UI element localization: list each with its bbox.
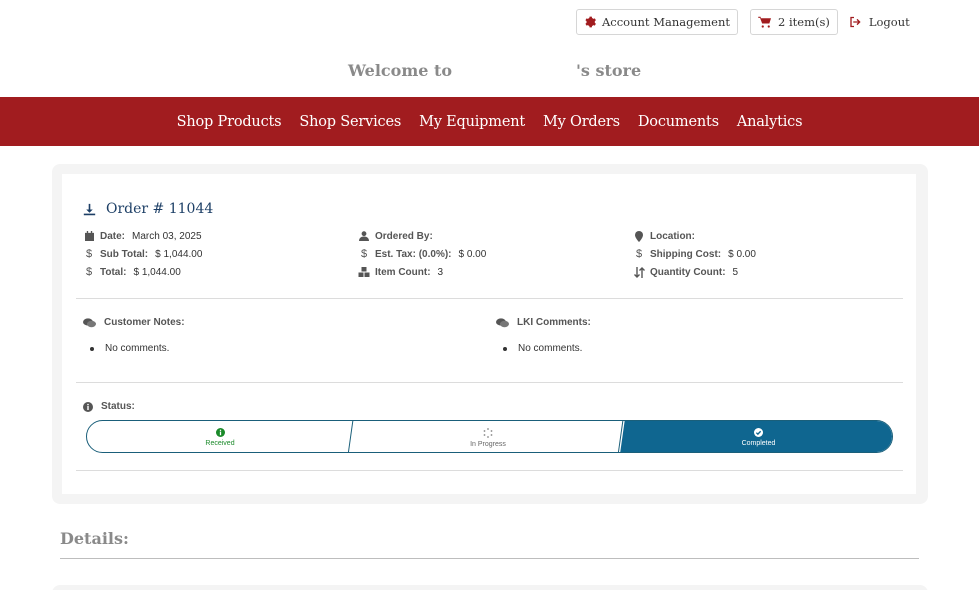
customer-notes-label: Customer Notes: xyxy=(104,317,185,328)
top-bar: Account Management 2 item(s) Logout xyxy=(576,9,910,35)
comments-icon xyxy=(83,317,96,328)
lki-comment-text: No comments. xyxy=(518,343,583,354)
tax-label: Est. Tax: (0.0%): xyxy=(375,248,452,260)
list-item: No comments. xyxy=(90,343,169,354)
order-shipping: $ Shipping Cost: $ 0.00 xyxy=(633,247,756,261)
order-quantity: Quantity Count: 5 xyxy=(633,265,738,279)
logout-icon xyxy=(850,16,861,28)
nav-shop-services[interactable]: Shop Services xyxy=(299,114,401,130)
user-icon xyxy=(358,230,370,242)
item-count-value: 3 xyxy=(437,266,444,278)
customer-note-text: No comments. xyxy=(105,343,170,354)
order-number: Order # 11044 xyxy=(106,201,214,217)
sort-icon xyxy=(633,266,645,278)
divider xyxy=(76,298,903,299)
order-title: Order # 11044 xyxy=(83,201,213,217)
subtotal-label: Sub Total: xyxy=(100,248,149,260)
order-date: Date: March 03, 2025 xyxy=(83,229,202,243)
cart-icon xyxy=(758,16,771,28)
step-in-progress: In Progress xyxy=(353,421,623,452)
shipping-value: $ 0.00 xyxy=(728,248,756,260)
check-circle-icon xyxy=(754,428,763,437)
subtotal-value: $ 1,044.00 xyxy=(155,248,203,260)
shipping-label: Shipping Cost: xyxy=(650,248,722,260)
step-completed: Completed xyxy=(623,421,892,452)
nav-my-equipment[interactable]: My Equipment xyxy=(419,114,525,130)
order-subtotal: $ Sub Total: $ 1,044.00 xyxy=(83,247,202,261)
date-value: March 03, 2025 xyxy=(132,230,202,242)
dollar-icon: $ xyxy=(85,248,93,260)
details-heading: Details: xyxy=(60,529,129,548)
logout-link[interactable]: Logout xyxy=(849,15,910,29)
account-management-label: Account Management xyxy=(602,15,730,29)
list-item: No comments. xyxy=(503,343,582,354)
nav-my-orders[interactable]: My Orders xyxy=(543,114,620,130)
status-progress: Received In Progress Completed xyxy=(86,420,893,453)
dollar-icon: $ xyxy=(635,248,643,260)
step-label: In Progress xyxy=(470,440,506,448)
cart-button[interactable]: 2 item(s) xyxy=(750,9,838,35)
total-label: Total: xyxy=(100,266,127,278)
welcome-suffix: 's store xyxy=(576,61,642,80)
welcome-heading: Welcome to 's store xyxy=(0,61,979,81)
main-nav: Shop Products Shop Services My Equipment… xyxy=(0,97,979,146)
total-value: $ 1,044.00 xyxy=(133,266,181,278)
step-received: Received xyxy=(87,421,353,452)
divider xyxy=(76,470,903,471)
order-tax: $ Est. Tax: (0.0%): $ 0.00 xyxy=(358,247,486,261)
gear-icon xyxy=(585,16,596,28)
quantity-value: 5 xyxy=(732,266,739,278)
map-marker-icon xyxy=(633,230,645,242)
details-divider xyxy=(60,558,919,559)
step-label: Received xyxy=(205,440,235,447)
item-count-label: Item Count: xyxy=(375,266,431,278)
ordered-by-label: Ordered By: xyxy=(375,230,433,242)
lki-comments-heading: LKI Comments: xyxy=(496,317,591,328)
customer-notes-heading: Customer Notes: xyxy=(83,317,185,328)
download-icon[interactable] xyxy=(83,203,96,216)
step-label: Completed xyxy=(741,440,776,447)
lki-comments-label: LKI Comments: xyxy=(517,317,591,328)
order-location: Location: xyxy=(633,229,702,243)
check-circle-icon xyxy=(215,428,225,437)
order-card: Order # 11044 Date: March 03, 2025 $ Sub… xyxy=(62,174,916,494)
cart-count-label: 2 item(s) xyxy=(778,15,830,29)
calendar-icon xyxy=(83,230,95,242)
order-item-count: Item Count: 3 xyxy=(358,265,443,279)
nav-shop-products[interactable]: Shop Products xyxy=(177,114,282,130)
details-card xyxy=(52,585,928,590)
dollar-icon: $ xyxy=(360,248,368,260)
location-label: Location: xyxy=(650,230,695,242)
order-total: $ Total: $ 1,044.00 xyxy=(83,265,181,279)
nav-documents[interactable]: Documents xyxy=(638,114,719,130)
nav-analytics[interactable]: Analytics xyxy=(737,114,803,130)
info-icon xyxy=(83,401,93,412)
cubes-icon xyxy=(358,266,370,278)
quantity-label: Quantity Count: xyxy=(650,266,726,278)
date-label: Date: xyxy=(100,230,126,242)
divider xyxy=(76,382,903,383)
spinner-icon xyxy=(483,427,493,438)
order-ordered-by: Ordered By: xyxy=(358,229,440,243)
account-management-button[interactable]: Account Management xyxy=(576,9,738,35)
dollar-icon: $ xyxy=(85,266,93,278)
tax-value: $ 0.00 xyxy=(458,248,487,260)
status-heading: Status: xyxy=(83,401,135,412)
status-label: Status: xyxy=(101,401,135,412)
order-card-wrapper: Order # 11044 Date: March 03, 2025 $ Sub… xyxy=(52,164,928,504)
welcome-prefix: Welcome to xyxy=(348,61,453,80)
logout-label: Logout xyxy=(868,15,910,29)
comments-icon xyxy=(496,317,509,328)
